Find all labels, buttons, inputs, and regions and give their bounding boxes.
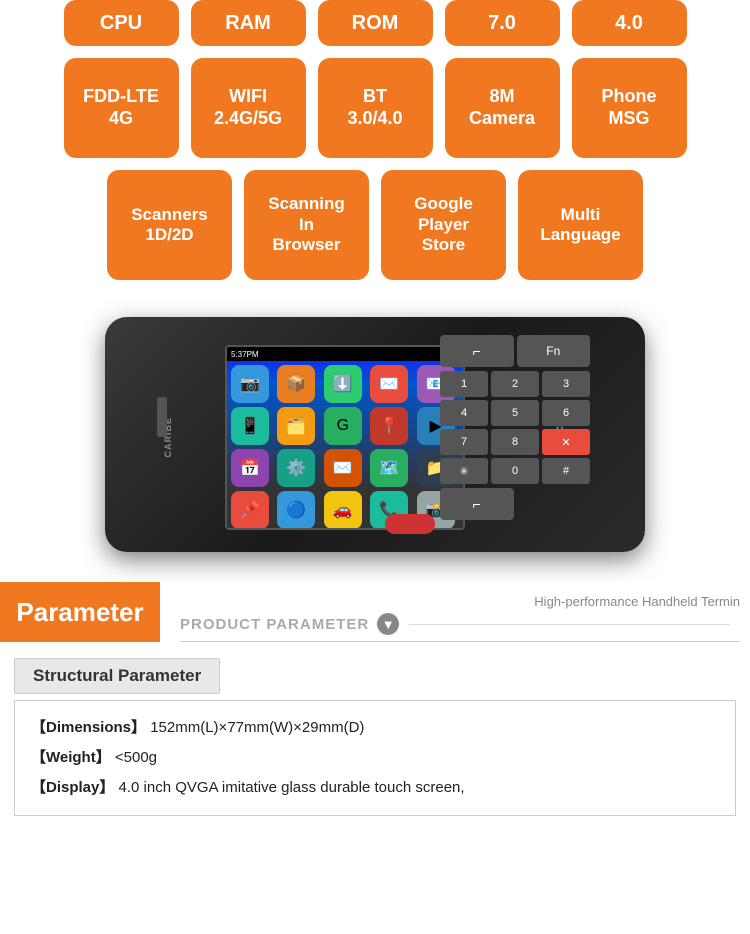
key-6[interactable]: 6 bbox=[542, 400, 590, 426]
key-down[interactable]: ⌐ bbox=[440, 488, 514, 520]
app-icon: 📅 bbox=[231, 449, 269, 487]
app-icon: 📷 bbox=[231, 365, 269, 403]
key-3[interactable]: 3 bbox=[542, 371, 590, 397]
app-icon: 📦 bbox=[277, 365, 315, 403]
badge-android: 7.0 bbox=[445, 0, 560, 46]
parameter-header: Parameter High-performance Handheld Term… bbox=[0, 582, 750, 642]
badges-row3: Scanners 1D/2D Scanning In Browser Googl… bbox=[0, 170, 750, 292]
side-scan-button[interactable] bbox=[157, 397, 167, 437]
key-hash[interactable]: # bbox=[542, 458, 590, 484]
key-5[interactable]: 5 bbox=[491, 400, 539, 426]
device-area: 5:37PM 📷 📦 ⬇️ ✉️ 📧 📱 🗂️ G 📍 ▶ 📅 ⚙️ bbox=[0, 292, 750, 582]
badge-google: Google Player Store bbox=[381, 170, 506, 280]
badge-phone: Phone MSG bbox=[572, 58, 687, 158]
app-icon: 📍 bbox=[370, 407, 408, 445]
scan-bottom-button[interactable] bbox=[385, 514, 435, 534]
app-icon: 🚗 bbox=[324, 491, 362, 529]
app-icon: ⬇️ bbox=[324, 365, 362, 403]
badge-scanners: Scanners 1D/2D bbox=[107, 170, 232, 280]
param-display: 【Display】 4.0 inch QVGA imitative glass … bbox=[31, 773, 719, 803]
key-2[interactable]: 2 bbox=[491, 371, 539, 397]
key-0[interactable]: 0 bbox=[491, 458, 539, 484]
key-8[interactable]: 8 bbox=[491, 429, 539, 455]
badge-camera: 8M Camera bbox=[445, 58, 560, 158]
key-4[interactable]: 4 bbox=[440, 400, 488, 426]
app-grid: 📷 📦 ⬇️ ✉️ 📧 📱 🗂️ G 📍 ▶ 📅 ⚙️ ✉️ 🗺️ 📁 📌 bbox=[227, 361, 463, 530]
keypad-area: ⌐ Fn 1 2 3 4 5 6 7 8 ✕ ✳ 0 # bbox=[440, 335, 590, 545]
device-body: 5:37PM 📷 📦 ⬇️ ✉️ 📧 📱 🗂️ G 📍 ▶ 📅 ⚙️ bbox=[105, 317, 645, 552]
app-icon: ⚙️ bbox=[277, 449, 315, 487]
chevron-down-icon[interactable]: ▼ bbox=[377, 613, 399, 635]
badge-fdd-lte: FDD-LTE 4G bbox=[64, 58, 179, 158]
badges-row1: CPU RAM ROM 7.0 4.0 bbox=[0, 0, 750, 58]
app-icon: 🗂️ bbox=[277, 407, 315, 445]
parameter-section: Parameter High-performance Handheld Term… bbox=[0, 582, 750, 642]
badge-version: 4.0 bbox=[572, 0, 687, 46]
key-7[interactable]: 7 bbox=[440, 429, 488, 455]
key-del[interactable]: ✕ bbox=[542, 429, 590, 455]
badge-scanning: Scanning In Browser bbox=[244, 170, 369, 280]
key-fn[interactable]: Fn bbox=[517, 335, 591, 367]
parameter-label: Parameter bbox=[0, 582, 160, 642]
app-icon: ✉️ bbox=[370, 365, 408, 403]
app-icon: G bbox=[324, 407, 362, 445]
device-illustration: 5:37PM 📷 📦 ⬇️ ✉️ 📧 📱 🗂️ G 📍 ▶ 📅 ⚙️ bbox=[55, 302, 695, 562]
app-icon: ✉️ bbox=[324, 449, 362, 487]
badge-cpu: CPU bbox=[64, 0, 179, 46]
structural-content: 【Dimensions】 152mm(L)×77mm(W)×29mm(D) 【W… bbox=[14, 700, 736, 816]
key-star[interactable]: ✳ bbox=[440, 458, 488, 484]
badge-bt: BT 3.0/4.0 bbox=[318, 58, 433, 158]
param-weight: 【Weight】 <500g bbox=[31, 743, 719, 773]
divider-line bbox=[409, 624, 730, 625]
badges-row2: FDD-LTE 4G WIFI 2.4G/5G BT 3.0/4.0 8M Ca… bbox=[0, 58, 750, 170]
badge-ram: RAM bbox=[191, 0, 306, 46]
product-parameter-text: PRODUCT PARAMETER bbox=[180, 616, 369, 633]
parameter-right: High-performance Handheld Termin PRODUCT… bbox=[160, 582, 750, 642]
key-1[interactable]: 1 bbox=[440, 371, 488, 397]
badge-rom: ROM bbox=[318, 0, 433, 46]
app-icon: 🔵 bbox=[277, 491, 315, 529]
param-dimensions: 【Dimensions】 152mm(L)×77mm(W)×29mm(D) bbox=[31, 713, 719, 743]
app-icon: 📱 bbox=[231, 407, 269, 445]
structural-section: Structural Parameter 【Dimensions】 152mm(… bbox=[14, 658, 736, 816]
app-icon: 🗺️ bbox=[370, 449, 408, 487]
key-up[interactable]: ⌐ bbox=[440, 335, 514, 367]
device-screen: 5:37PM 📷 📦 ⬇️ ✉️ 📧 📱 🗂️ G 📍 ▶ 📅 ⚙️ bbox=[225, 345, 465, 530]
parameter-subtitle: High-performance Handheld Termin bbox=[180, 594, 750, 613]
app-icon: 📌 bbox=[231, 491, 269, 529]
structural-header: Structural Parameter bbox=[14, 658, 220, 694]
badge-wifi: WIFI 2.4G/5G bbox=[191, 58, 306, 158]
badge-multilang: Multi Language bbox=[518, 170, 643, 280]
